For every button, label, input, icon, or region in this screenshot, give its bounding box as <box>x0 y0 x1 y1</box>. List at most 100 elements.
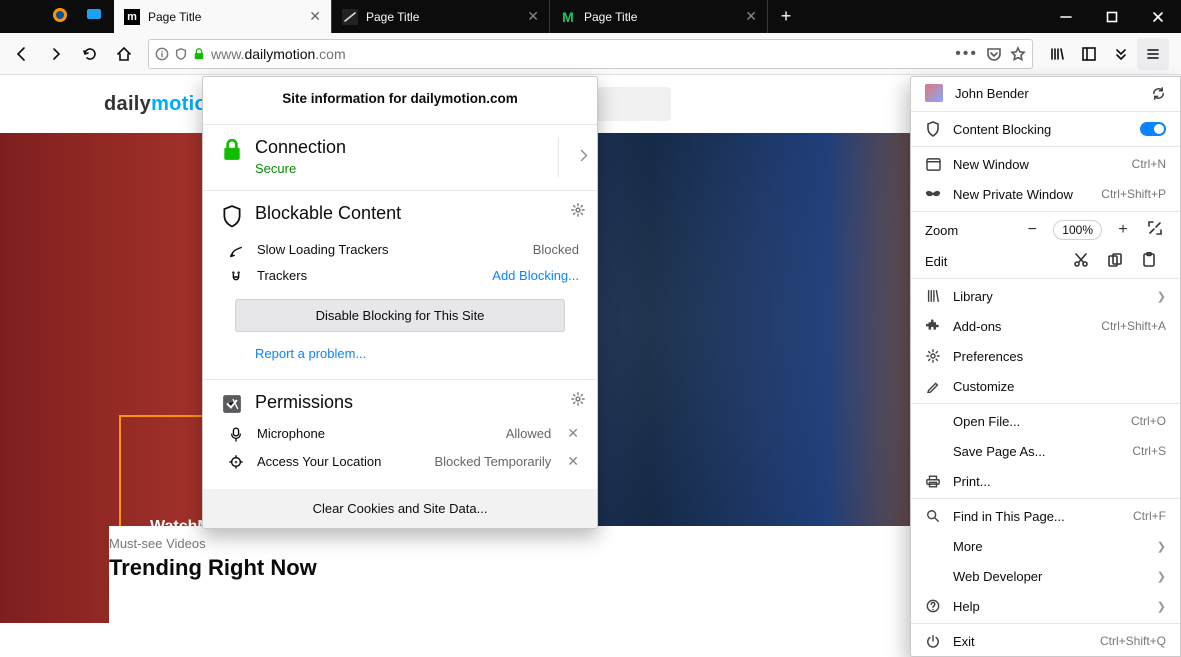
clear-data-button[interactable]: Clear Cookies and Site Data... <box>203 489 597 528</box>
tab-2[interactable]: M Page Title ✕ <box>550 0 768 33</box>
chat-icon[interactable] <box>86 7 102 26</box>
more-icon[interactable]: ••• <box>955 45 978 63</box>
reload-button[interactable] <box>74 38 106 70</box>
favicon-icon <box>342 9 358 25</box>
window-icon <box>925 158 941 171</box>
titlebar: m Page Title ✕ Page Title ✕ M Page Title… <box>0 0 1181 33</box>
cut-button[interactable] <box>1064 253 1098 270</box>
paint-icon <box>925 379 941 393</box>
zoom-out-button[interactable]: − <box>1021 221 1043 239</box>
new-tab-button[interactable]: + <box>768 0 804 33</box>
copy-button[interactable] <box>1098 253 1132 270</box>
add-blocking-link[interactable]: Add Blocking... <box>492 268 579 283</box>
library-button[interactable] <box>1041 38 1073 70</box>
disable-blocking-button[interactable]: Disable Blocking for This Site <box>235 299 565 332</box>
sync-icon[interactable] <box>1150 86 1166 101</box>
shield-icon <box>174 47 188 61</box>
new-private-window-item[interactable]: New Private Window Ctrl+Shift+P <box>911 179 1180 209</box>
help-item[interactable]: Help ❯ <box>911 591 1180 621</box>
zoom-in-button[interactable]: + <box>1112 221 1134 239</box>
clear-permission-icon[interactable]: ✕ <box>567 453 579 470</box>
account-row[interactable]: John Bender <box>911 77 1180 109</box>
microphone-icon <box>225 425 247 443</box>
chevron-right-icon: ❯ <box>1157 540 1166 553</box>
mask-icon <box>925 189 941 199</box>
report-problem-link[interactable]: Report a problem... <box>221 336 579 365</box>
home-button[interactable] <box>108 38 140 70</box>
hamburger-menu-button[interactable] <box>1137 38 1169 70</box>
content-blocking-row[interactable]: Content Blocking <box>911 114 1180 144</box>
overflow-button[interactable] <box>1105 38 1137 70</box>
connection-status: Secure <box>255 161 346 176</box>
identity-icons[interactable] <box>155 47 205 61</box>
chevron-right-icon: ❯ <box>1157 290 1166 303</box>
pinned-icons <box>40 0 114 33</box>
app-menu: John Bender Content Blocking New Window … <box>910 76 1181 657</box>
permissions-section: Permissions Microphone Allowed ✕ Access … <box>203 380 597 489</box>
favicon-m-icon: M <box>560 9 576 25</box>
customize-item[interactable]: Customize <box>911 371 1180 401</box>
connection-title: Connection <box>255 137 346 159</box>
microphone-status: Allowed <box>506 426 552 441</box>
print-item[interactable]: Print... <box>911 466 1180 496</box>
shield-icon <box>221 203 243 229</box>
gear-icon <box>925 349 941 363</box>
web-developer-item[interactable]: Web Developer ❯ <box>911 561 1180 591</box>
fullscreen-button[interactable] <box>1144 221 1166 240</box>
tab-title: Page Title <box>584 10 737 24</box>
tabs: m Page Title ✕ Page Title ✕ M Page Title… <box>114 0 1043 33</box>
close-icon[interactable]: ✕ <box>745 8 757 25</box>
connection-section[interactable]: Connection Secure <box>203 125 597 190</box>
content-blocking-toggle[interactable] <box>1140 122 1166 136</box>
tab-title: Page Title <box>148 10 301 24</box>
puzzle-icon <box>925 319 941 333</box>
more-item[interactable]: More ❯ <box>911 531 1180 561</box>
clear-permission-icon[interactable]: ✕ <box>567 425 579 442</box>
zoom-row: Zoom − 100% + <box>911 214 1180 246</box>
gear-icon[interactable] <box>571 392 585 409</box>
chevron-right-icon: ❯ <box>1157 600 1166 613</box>
close-window-button[interactable] <box>1135 0 1181 33</box>
permissions-icon <box>221 392 243 414</box>
location-label: Access Your Location <box>257 454 381 469</box>
new-window-item[interactable]: New Window Ctrl+N <box>911 149 1180 179</box>
slow-trackers-label: Slow Loading Trackers <box>257 242 389 257</box>
forward-button[interactable] <box>40 38 72 70</box>
pocket-icon[interactable] <box>986 46 1002 62</box>
open-file-item[interactable]: Open File... Ctrl+O <box>911 406 1180 436</box>
lock-icon <box>193 47 205 61</box>
firefox-icon[interactable] <box>52 7 68 26</box>
chevron-right-icon[interactable] <box>579 149 589 166</box>
bookmark-star-icon[interactable] <box>1010 46 1026 62</box>
info-icon <box>155 47 169 61</box>
shield-icon <box>925 121 941 137</box>
location-icon <box>225 453 247 469</box>
trackers-icon <box>225 268 247 284</box>
power-icon <box>925 634 941 648</box>
close-icon[interactable]: ✕ <box>309 8 321 25</box>
minimize-button[interactable] <box>1043 0 1089 33</box>
url-bar[interactable]: www.dailymotion.com ••• <box>148 39 1033 69</box>
maximize-button[interactable] <box>1089 0 1135 33</box>
close-icon[interactable]: ✕ <box>527 8 539 25</box>
back-button[interactable] <box>6 38 38 70</box>
exit-item[interactable]: Exit Ctrl+Shift+Q <box>911 626 1180 656</box>
tab-1[interactable]: Page Title ✕ <box>332 0 550 33</box>
library-icon <box>925 289 941 303</box>
tracker-slow-icon <box>225 242 247 258</box>
search-icon <box>925 509 941 523</box>
tab-0[interactable]: m Page Title ✕ <box>114 0 332 33</box>
gear-icon[interactable] <box>571 203 585 220</box>
paste-button[interactable] <box>1132 252 1166 270</box>
find-item[interactable]: Find in This Page... Ctrl+F <box>911 501 1180 531</box>
save-page-item[interactable]: Save Page As... Ctrl+S <box>911 436 1180 466</box>
navbar: www.dailymotion.com ••• <box>0 33 1181 75</box>
preferences-item[interactable]: Preferences <box>911 341 1180 371</box>
addons-item[interactable]: Add-ons Ctrl+Shift+A <box>911 311 1180 341</box>
print-icon <box>925 475 941 488</box>
edit-row: Edit <box>911 246 1180 276</box>
library-item[interactable]: Library ❯ <box>911 281 1180 311</box>
sidebar-button[interactable] <box>1073 38 1105 70</box>
microphone-label: Microphone <box>257 426 325 441</box>
site-info-header: Site information for dailymotion.com <box>203 77 597 124</box>
